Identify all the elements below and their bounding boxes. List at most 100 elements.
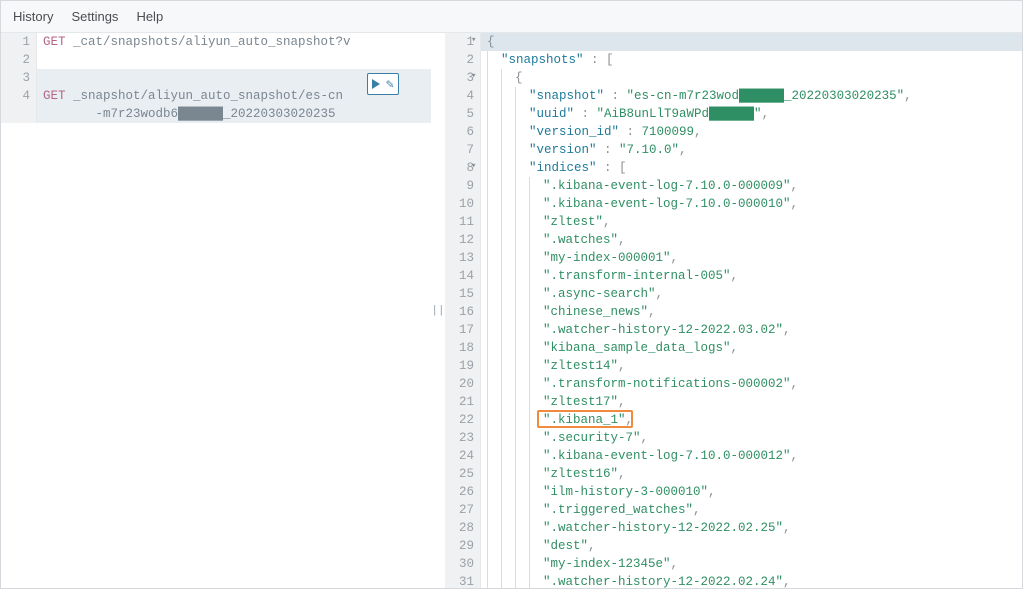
line-number: 22 bbox=[445, 411, 481, 429]
response-line: 9".kibana-event-log-7.10.0-000009", bbox=[445, 177, 1022, 195]
request-line[interactable]: 2 bbox=[1, 51, 431, 69]
json-content: "zltest14", bbox=[481, 357, 626, 375]
json-content: ".kibana-event-log-7.10.0-000012", bbox=[481, 447, 798, 465]
json-content: ".triggered_watches", bbox=[481, 501, 701, 519]
response-line: 17".watcher-history-12-2022.03.02", bbox=[445, 321, 1022, 339]
response-pane[interactable]: 1▾{2"snapshots" : [3▾{4"snapshot" : "es-… bbox=[445, 33, 1022, 588]
response-line: 14".transform-internal-005", bbox=[445, 267, 1022, 285]
request-text: GET _snapshot/aliyun_auto_snapshot/es-cn bbox=[37, 87, 343, 105]
line-number: 1 bbox=[1, 33, 37, 51]
response-line: 27".triggered_watches", bbox=[445, 501, 1022, 519]
response-line: 28".watcher-history-12-2022.02.25", bbox=[445, 519, 1022, 537]
line-number: 26 bbox=[445, 483, 481, 501]
json-content: ".watcher-history-12-2022.02.25", bbox=[481, 519, 791, 537]
line-number: 14 bbox=[445, 267, 481, 285]
json-content: "ilm-history-3-000010", bbox=[481, 483, 716, 501]
json-content: "snapshots" : [ bbox=[481, 51, 614, 69]
response-line: 25"zltest16", bbox=[445, 465, 1022, 483]
response-line: 12".watches", bbox=[445, 231, 1022, 249]
response-line: 11"zltest", bbox=[445, 213, 1022, 231]
response-line: 16"chinese_news", bbox=[445, 303, 1022, 321]
response-line: 30"my-index-12345e", bbox=[445, 555, 1022, 573]
request-text bbox=[37, 51, 43, 69]
line-number: 10 bbox=[445, 195, 481, 213]
line-number: 7 bbox=[445, 141, 481, 159]
menu-settings[interactable]: Settings bbox=[71, 9, 118, 24]
line-number: 16 bbox=[445, 303, 481, 321]
line-number: 23 bbox=[445, 429, 481, 447]
line-number: 13 bbox=[445, 249, 481, 267]
line-number: 25 bbox=[445, 465, 481, 483]
json-content: "zltest17", bbox=[481, 393, 626, 411]
line-number: 30 bbox=[445, 555, 481, 573]
response-line: 4"snapshot" : "es-cn-m7r23wod██████_2022… bbox=[445, 87, 1022, 105]
response-line: 24".kibana-event-log-7.10.0-000012", bbox=[445, 447, 1022, 465]
response-line: 26"ilm-history-3-000010", bbox=[445, 483, 1022, 501]
response-line: 21"zltest17", bbox=[445, 393, 1022, 411]
response-line: 31".watcher-history-12-2022.02.24", bbox=[445, 573, 1022, 588]
request-line[interactable]: -m7r23wodb6██████_20220303020235 bbox=[1, 105, 431, 123]
fold-toggle-icon[interactable]: ▾ bbox=[471, 161, 476, 171]
json-content: "my-index-12345e", bbox=[481, 555, 678, 573]
json-content: { bbox=[481, 69, 523, 87]
response-line: 19"zltest14", bbox=[445, 357, 1022, 375]
response-line: 15".async-search", bbox=[445, 285, 1022, 303]
response-line: 5"uuid" : "AiB8unLlT9aWPd██████", bbox=[445, 105, 1022, 123]
wrench-icon[interactable]: ✎ bbox=[386, 77, 394, 92]
response-line: 22".kibana_1", bbox=[445, 411, 1022, 429]
line-number: 21 bbox=[445, 393, 481, 411]
json-content: { bbox=[481, 33, 495, 51]
json-content: ".transform-notifications-000002", bbox=[481, 375, 798, 393]
json-content: ".watches", bbox=[481, 231, 626, 249]
request-line[interactable]: 1GET _cat/snapshots/aliyun_auto_snapshot… bbox=[1, 33, 431, 51]
response-line: 8▾"indices" : [ bbox=[445, 159, 1022, 177]
request-pane[interactable]: 1GET _cat/snapshots/aliyun_auto_snapshot… bbox=[1, 33, 431, 588]
menu-history[interactable]: History bbox=[13, 9, 53, 24]
response-line: 1▾{ bbox=[445, 33, 1022, 51]
line-number: 18 bbox=[445, 339, 481, 357]
json-content: ".watcher-history-12-2022.02.24", bbox=[481, 573, 791, 588]
line-number: 19 bbox=[445, 357, 481, 375]
response-line: 3▾{ bbox=[445, 69, 1022, 87]
json-content: ".async-search", bbox=[481, 285, 663, 303]
request-text bbox=[37, 69, 43, 87]
response-line: 18"kibana_sample_data_logs", bbox=[445, 339, 1022, 357]
editor-panes: 1GET _cat/snapshots/aliyun_auto_snapshot… bbox=[1, 33, 1022, 588]
line-number: 20 bbox=[445, 375, 481, 393]
json-content: "zltest", bbox=[481, 213, 611, 231]
json-content: "indices" : [ bbox=[481, 159, 627, 177]
response-line: 23".security-7", bbox=[445, 429, 1022, 447]
fold-toggle-icon[interactable]: ▾ bbox=[471, 71, 476, 81]
response-line: 13"my-index-000001", bbox=[445, 249, 1022, 267]
json-content: ".watcher-history-12-2022.03.02", bbox=[481, 321, 791, 339]
json-content: "kibana_sample_data_logs", bbox=[481, 339, 738, 357]
line-number: 4 bbox=[445, 87, 481, 105]
response-line: 29"dest", bbox=[445, 537, 1022, 555]
json-content: ".kibana-event-log-7.10.0-000010", bbox=[481, 195, 798, 213]
play-icon bbox=[372, 79, 380, 89]
line-number: 12 bbox=[445, 231, 481, 249]
request-text: -m7r23wodb6██████_20220303020235 bbox=[37, 105, 336, 123]
menu-help[interactable]: Help bbox=[136, 9, 163, 24]
response-line: 6"version_id" : 7100099, bbox=[445, 123, 1022, 141]
line-number: 11 bbox=[445, 213, 481, 231]
response-line: 7"version" : "7.10.0", bbox=[445, 141, 1022, 159]
response-line: 10".kibana-event-log-7.10.0-000010", bbox=[445, 195, 1022, 213]
response-line: 2"snapshots" : [ bbox=[445, 51, 1022, 69]
fold-toggle-icon[interactable]: ▾ bbox=[471, 35, 476, 45]
line-number: 2 bbox=[445, 51, 481, 69]
json-content: ".security-7", bbox=[481, 429, 648, 447]
run-request-button[interactable]: ✎ bbox=[367, 73, 399, 95]
line-number: 17 bbox=[445, 321, 481, 339]
json-content: ".transform-internal-005", bbox=[481, 267, 738, 285]
json-content: "version" : "7.10.0", bbox=[481, 141, 687, 159]
json-content: ".kibana-event-log-7.10.0-000009", bbox=[481, 177, 798, 195]
line-number: 2 bbox=[1, 51, 37, 69]
line-number bbox=[1, 105, 37, 123]
highlighted-index bbox=[537, 410, 633, 428]
line-number: 29 bbox=[445, 537, 481, 555]
json-content: "version_id" : 7100099, bbox=[481, 123, 702, 141]
line-number: 15 bbox=[445, 285, 481, 303]
response-line: 20".transform-notifications-000002", bbox=[445, 375, 1022, 393]
pane-splitter[interactable]: || bbox=[431, 33, 445, 588]
